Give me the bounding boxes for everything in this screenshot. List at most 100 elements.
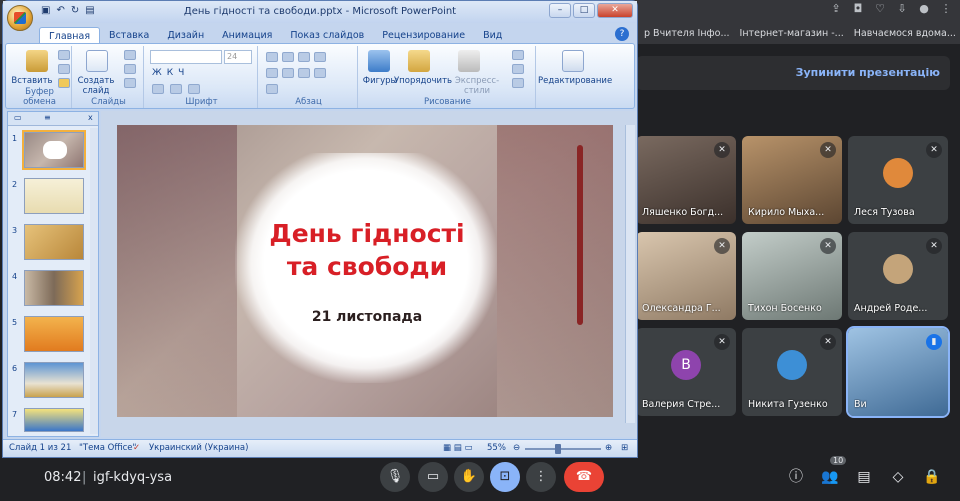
participant-tile[interactable]: ✕ Тихон Босенко	[742, 232, 842, 320]
arrange-icon	[408, 50, 430, 72]
participant-tile[interactable]: ✕ В Валерия Стре...	[636, 328, 736, 416]
mic-icon[interactable]: 🎙	[380, 462, 410, 492]
copy-icon[interactable]	[58, 64, 70, 74]
arrange-button[interactable]: Упорядочить	[394, 76, 452, 86]
spellcheck-icon[interactable]: ✓	[133, 443, 140, 453]
save-icon[interactable]: ▣	[41, 5, 50, 16]
minimize-button[interactable]: –	[549, 3, 571, 18]
close-pane-icon[interactable]: x	[88, 113, 93, 122]
cut-icon[interactable]	[58, 50, 70, 60]
zoom-slider[interactable]	[525, 448, 601, 450]
decrease-indent-icon[interactable]	[298, 52, 310, 62]
bookmark-item[interactable]: Інтернет-магазин -...	[740, 28, 844, 39]
share-icon[interactable]: ⇪	[828, 2, 844, 15]
view-buttons[interactable]: ▦ ▤ ▭	[443, 443, 473, 453]
char-spacing-icon[interactable]	[170, 84, 182, 94]
shape-fill-icon[interactable]	[512, 50, 524, 60]
hang-up-icon[interactable]: ☎	[564, 462, 604, 492]
delete-slide-icon[interactable]	[124, 78, 136, 88]
case-icon[interactable]	[188, 84, 200, 94]
fit-window-icon[interactable]: ⊞	[621, 443, 628, 453]
present-icon[interactable]: ⊡	[490, 462, 520, 492]
slide-thumbnail[interactable]	[24, 270, 84, 306]
bookmark-item[interactable]: Навчаємося вдома...	[854, 28, 956, 39]
slide-thumbnail[interactable]	[22, 130, 86, 170]
participant-tile[interactable]: ✕ Олександра Г...	[636, 232, 736, 320]
participant-tile[interactable]: ✕ Андрей Роде...	[848, 232, 948, 320]
presentation-banner: Зупинити презентацію	[636, 56, 950, 90]
slide-subtitle[interactable]: 21 листопада	[217, 309, 517, 325]
slideshow-icon[interactable]: ▤	[85, 5, 94, 16]
close-button[interactable]: ✕	[597, 3, 633, 18]
layout-icon[interactable]	[124, 50, 136, 60]
font-color-icon[interactable]	[152, 84, 164, 94]
zoom-level[interactable]: 55%	[487, 443, 506, 453]
people-icon[interactable]: 👥	[818, 465, 842, 489]
language[interactable]: Украинский (Украина)	[149, 443, 248, 453]
camera-icon[interactable]: ◘	[850, 2, 866, 15]
host-controls-icon[interactable]: 🔒	[920, 465, 944, 489]
slide-thumbnail[interactable]	[24, 362, 84, 398]
participant-tile[interactable]: ✕ Леся Тузова	[848, 136, 948, 224]
activities-icon[interactable]: ◇	[886, 465, 910, 489]
quick-styles-button[interactable]: Экспресс-стили	[446, 76, 508, 96]
maximize-button[interactable]: □	[573, 3, 595, 18]
slide-thumbnail[interactable]	[24, 316, 84, 352]
slide-title[interactable]: День гідності та свободи	[217, 217, 517, 283]
more-icon[interactable]: ⋮	[526, 462, 556, 492]
editing-button[interactable]: Редактирование	[538, 76, 612, 86]
align-left-icon[interactable]	[266, 68, 278, 78]
group-clipboard: Вставить Буфер обмена	[8, 46, 72, 108]
participant-tile-self[interactable]: ▮ Ви	[846, 326, 950, 418]
align-center-icon[interactable]	[282, 68, 294, 78]
bookmark-item[interactable]: р Вчителя Інфо...	[644, 28, 730, 39]
participant-tile[interactable]: ✕ Кирило Мыха...	[742, 136, 842, 224]
outline-tab[interactable]: ≡	[44, 113, 51, 122]
font-format-buttons[interactable]: ЖКЧ	[152, 68, 189, 78]
reset-icon[interactable]	[124, 64, 136, 74]
numbering-icon[interactable]	[282, 52, 294, 62]
undo-icon[interactable]: ↶	[56, 5, 64, 16]
shape-outline-icon[interactable]	[512, 64, 524, 74]
font-size-field[interactable]: 24	[224, 50, 252, 64]
chat-icon[interactable]: ▤	[852, 465, 876, 489]
profile-icon[interactable]: ●	[916, 2, 932, 15]
group-label: Абзац	[295, 97, 322, 107]
office-button[interactable]	[7, 5, 33, 31]
help-icon[interactable]: ?	[615, 27, 629, 41]
bullets-icon[interactable]	[266, 52, 278, 62]
current-slide[interactable]: День гідності та свободи 21 листопада	[117, 125, 613, 417]
redo-icon[interactable]: ↻	[71, 5, 79, 16]
participant-tile[interactable]: ✕ Ляшенко Богд...	[636, 136, 736, 224]
slide-thumbnail[interactable]	[24, 178, 84, 214]
align-right-icon[interactable]	[298, 68, 310, 78]
slides-tab[interactable]: ▭	[14, 113, 22, 122]
download-icon[interactable]: ⇩	[894, 2, 910, 15]
increase-indent-icon[interactable]	[314, 52, 326, 62]
zoom-in-icon[interactable]: ⊕	[605, 443, 612, 453]
raise-hand-icon[interactable]: ✋	[454, 462, 484, 492]
group-label: Слайды	[91, 97, 126, 107]
camera-icon[interactable]: ▭	[418, 462, 448, 492]
stop-presentation-button[interactable]: Зупинити презентацію	[796, 66, 940, 79]
menu-icon[interactable]: ⋮	[938, 2, 954, 15]
slide-thumbnail[interactable]	[24, 224, 84, 260]
new-slide-button[interactable]: Создать слайд	[74, 76, 118, 96]
slide-number: 3	[12, 226, 18, 235]
theme-name: "Тема Office"	[79, 443, 137, 453]
mic-off-icon: ✕	[714, 142, 730, 158]
justify-icon[interactable]	[314, 68, 326, 78]
heart-icon[interactable]: ♡	[872, 2, 888, 15]
participant-tile[interactable]: ✕ Никита Гузенко	[742, 328, 842, 416]
zoom-out-icon[interactable]: ⊖	[513, 443, 520, 453]
info-icon[interactable]: ⓘ	[784, 465, 808, 489]
zoom-slider-handle[interactable]	[555, 444, 561, 454]
shape-effects-icon[interactable]	[512, 78, 524, 88]
columns-icon[interactable]	[266, 84, 278, 94]
slide-scrollbar[interactable]	[625, 125, 635, 423]
paste-icon	[26, 50, 48, 72]
paste-button[interactable]: Вставить	[8, 76, 56, 86]
slide-thumbnail[interactable]	[24, 408, 84, 432]
slides-pane-scrollbar[interactable]	[90, 128, 98, 434]
font-name-field[interactable]	[150, 50, 222, 64]
